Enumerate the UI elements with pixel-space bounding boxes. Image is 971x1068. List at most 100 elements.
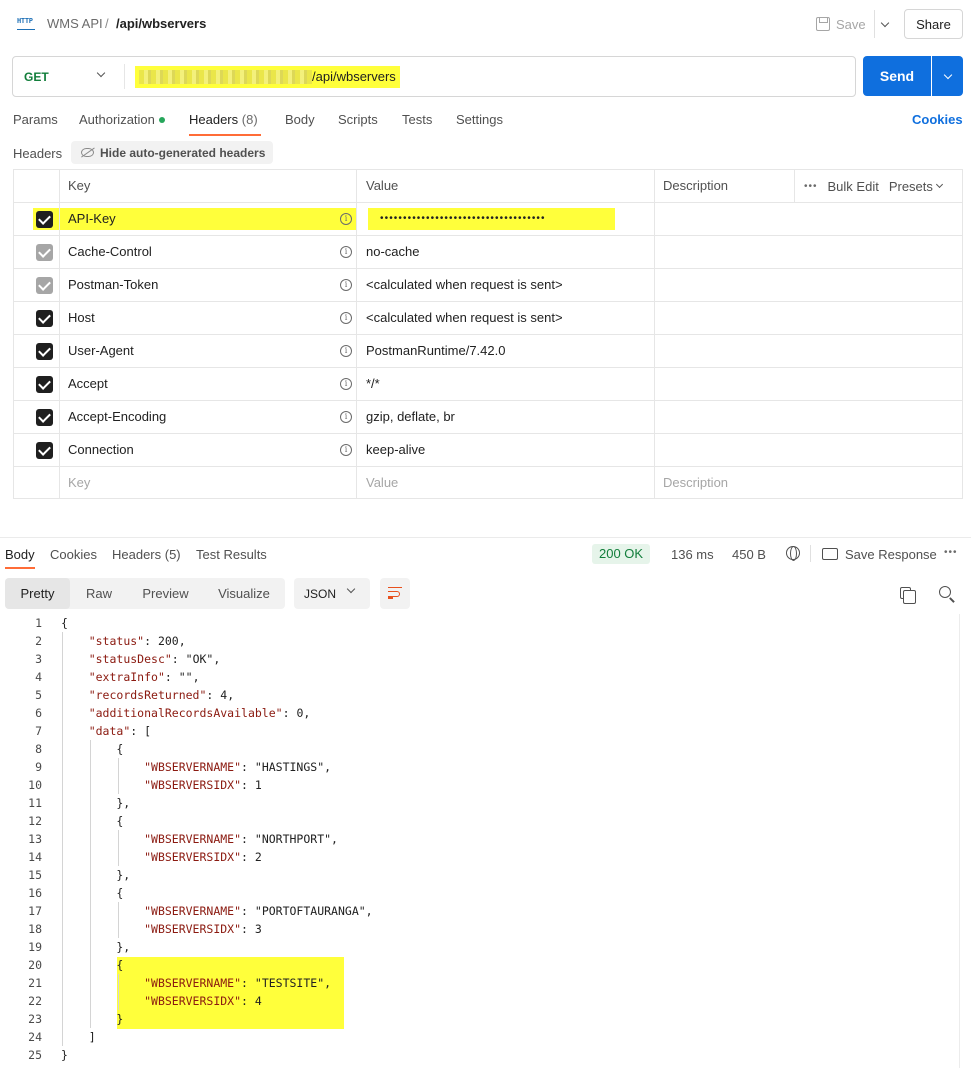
header-description[interactable] xyxy=(663,434,793,466)
header-key[interactable]: Connection xyxy=(68,434,358,466)
info-icon[interactable]: i xyxy=(340,378,352,390)
header-value[interactable]: <calculated when request is sent> xyxy=(366,269,656,301)
header-value[interactable]: PostmanRuntime/7.42.0 xyxy=(366,335,656,367)
header-key[interactable]: Postman-Token xyxy=(68,269,358,301)
info-icon[interactable]: i xyxy=(340,444,352,456)
header-enabled-checkbox[interactable] xyxy=(36,409,53,426)
code-line: 21 "WBSERVERNAME": "TESTSITE", xyxy=(0,974,958,992)
method-select[interactable]: GET xyxy=(13,57,125,96)
tab-settings[interactable]: Settings xyxy=(456,112,503,127)
new-value-input[interactable]: Value xyxy=(366,467,656,499)
header-description[interactable] xyxy=(663,368,793,400)
header-enabled-checkbox[interactable] xyxy=(36,343,53,360)
code-line: 1{ xyxy=(0,614,958,632)
bulk-edit-button[interactable]: Bulk Edit xyxy=(828,179,879,194)
wrap-lines-button[interactable] xyxy=(380,578,410,609)
code-line: 7 "data": [ xyxy=(0,722,958,740)
header-description[interactable] xyxy=(663,335,793,367)
tab-params[interactable]: Params xyxy=(13,112,58,127)
new-key-input[interactable]: Key xyxy=(68,467,358,499)
header-enabled-checkbox[interactable] xyxy=(36,376,53,393)
response-tab-body[interactable]: Body xyxy=(5,547,35,562)
save-response-button[interactable]: Save Response xyxy=(845,547,937,562)
column-divider xyxy=(356,335,357,367)
info-icon[interactable]: i xyxy=(340,246,352,258)
info-icon[interactable]: i xyxy=(340,411,352,423)
tab-headers[interactable]: Headers (8) xyxy=(189,112,258,127)
line-number: 5 xyxy=(35,688,42,702)
header-key[interactable]: Accept-Encoding xyxy=(68,401,358,433)
breadcrumb-request-name[interactable]: /api/wbservers xyxy=(116,16,206,31)
info-icon[interactable]: i xyxy=(340,213,352,225)
view-visualize[interactable]: Visualize xyxy=(203,578,285,609)
view-preview[interactable]: Preview xyxy=(128,578,203,609)
more-icon[interactable]: ••• xyxy=(944,547,958,558)
tab-body[interactable]: Body xyxy=(285,112,315,127)
share-button[interactable]: Share xyxy=(904,9,963,39)
header-value[interactable]: <calculated when request is sent> xyxy=(366,302,656,334)
code-line: 10 "WBSERVERSIDX": 1 xyxy=(0,776,958,794)
view-pretty[interactable]: Pretty xyxy=(5,578,70,609)
view-raw[interactable]: Raw xyxy=(70,578,128,609)
send-options-dropdown[interactable] xyxy=(932,56,963,96)
presets-dropdown[interactable]: Presets xyxy=(889,179,943,194)
format-select[interactable]: JSON xyxy=(294,578,370,609)
column-divider xyxy=(356,236,357,268)
header-description[interactable] xyxy=(663,302,793,334)
header-key[interactable]: API-Key xyxy=(68,203,358,235)
globe-network-icon[interactable] xyxy=(786,546,800,561)
column-divider xyxy=(356,434,357,466)
code-text: "status": 200, xyxy=(88,634,186,648)
header-value[interactable]: */* xyxy=(366,368,656,400)
header-description[interactable] xyxy=(663,236,793,268)
header-enabled-checkbox[interactable] xyxy=(36,310,53,327)
header-value[interactable]: keep-alive xyxy=(366,434,656,466)
cookies-link[interactable]: Cookies xyxy=(912,112,963,127)
header-description[interactable] xyxy=(663,269,793,301)
url-input[interactable]: /api/wbservers xyxy=(135,66,400,88)
response-tab-cookies[interactable]: Cookies xyxy=(50,547,97,562)
header-enabled-checkbox[interactable] xyxy=(36,442,53,459)
response-tab-headers[interactable]: Headers (5) xyxy=(112,547,181,562)
column-divider xyxy=(654,368,655,400)
header-key[interactable]: Host xyxy=(68,302,358,334)
response-tab-test-results[interactable]: Test Results xyxy=(196,547,267,562)
header-key[interactable]: Accept xyxy=(68,368,358,400)
code-line: 5 "recordsReturned": 4, xyxy=(0,686,958,704)
more-icon[interactable]: ••• xyxy=(804,181,818,192)
header-description[interactable] xyxy=(663,203,793,235)
save-options-dropdown[interactable] xyxy=(874,10,894,38)
tab-authorization[interactable]: Authorization xyxy=(79,112,165,127)
header-value-masked[interactable]: •••••••••••••••••••••••••••••••••••• xyxy=(380,203,546,235)
header-value[interactable]: no-cache xyxy=(366,236,656,268)
info-icon[interactable]: i xyxy=(340,312,352,324)
save-button[interactable]: Save xyxy=(812,10,870,38)
response-body-editor[interactable]: 1{2 "status": 200, 3 "statusDesc": "OK", 4… xyxy=(0,614,958,1068)
response-size[interactable]: 450 B xyxy=(732,547,766,562)
info-icon[interactable]: i xyxy=(340,345,352,357)
line-number: 19 xyxy=(28,940,42,954)
new-description-input[interactable]: Description xyxy=(663,467,793,499)
line-number: 23 xyxy=(28,1012,42,1026)
send-button[interactable]: Send xyxy=(863,56,931,96)
scrollbar[interactable] xyxy=(959,614,968,1068)
hide-auto-generated-headers-button[interactable]: Hide auto-generated headers xyxy=(71,141,274,164)
tab-tests[interactable]: Tests xyxy=(402,112,432,127)
breadcrumb-collection[interactable]: WMS API xyxy=(47,16,103,31)
header-key[interactable]: User-Agent xyxy=(68,335,358,367)
header-enabled-checkbox[interactable] xyxy=(36,211,53,228)
header-value[interactable]: gzip, deflate, br xyxy=(366,401,656,433)
code-line: 17 "WBSERVERNAME": "PORTOFTAURANGA", xyxy=(0,902,958,920)
copy-icon[interactable] xyxy=(900,587,916,604)
header-key[interactable]: Cache-Control xyxy=(68,236,358,268)
line-number: 11 xyxy=(28,796,42,810)
status-badge[interactable]: 200 OK xyxy=(592,544,651,564)
header-enabled-checkbox[interactable] xyxy=(36,244,53,261)
tab-scripts[interactable]: Scripts xyxy=(338,112,378,127)
header-description[interactable] xyxy=(663,401,793,433)
response-time[interactable]: 136 ms xyxy=(671,547,714,562)
info-icon[interactable]: i xyxy=(340,279,352,291)
search-icon[interactable] xyxy=(939,586,951,598)
header-enabled-checkbox[interactable] xyxy=(36,277,53,294)
table-header-row: Key Value Description ••• Bulk Edit Pres… xyxy=(14,170,962,203)
